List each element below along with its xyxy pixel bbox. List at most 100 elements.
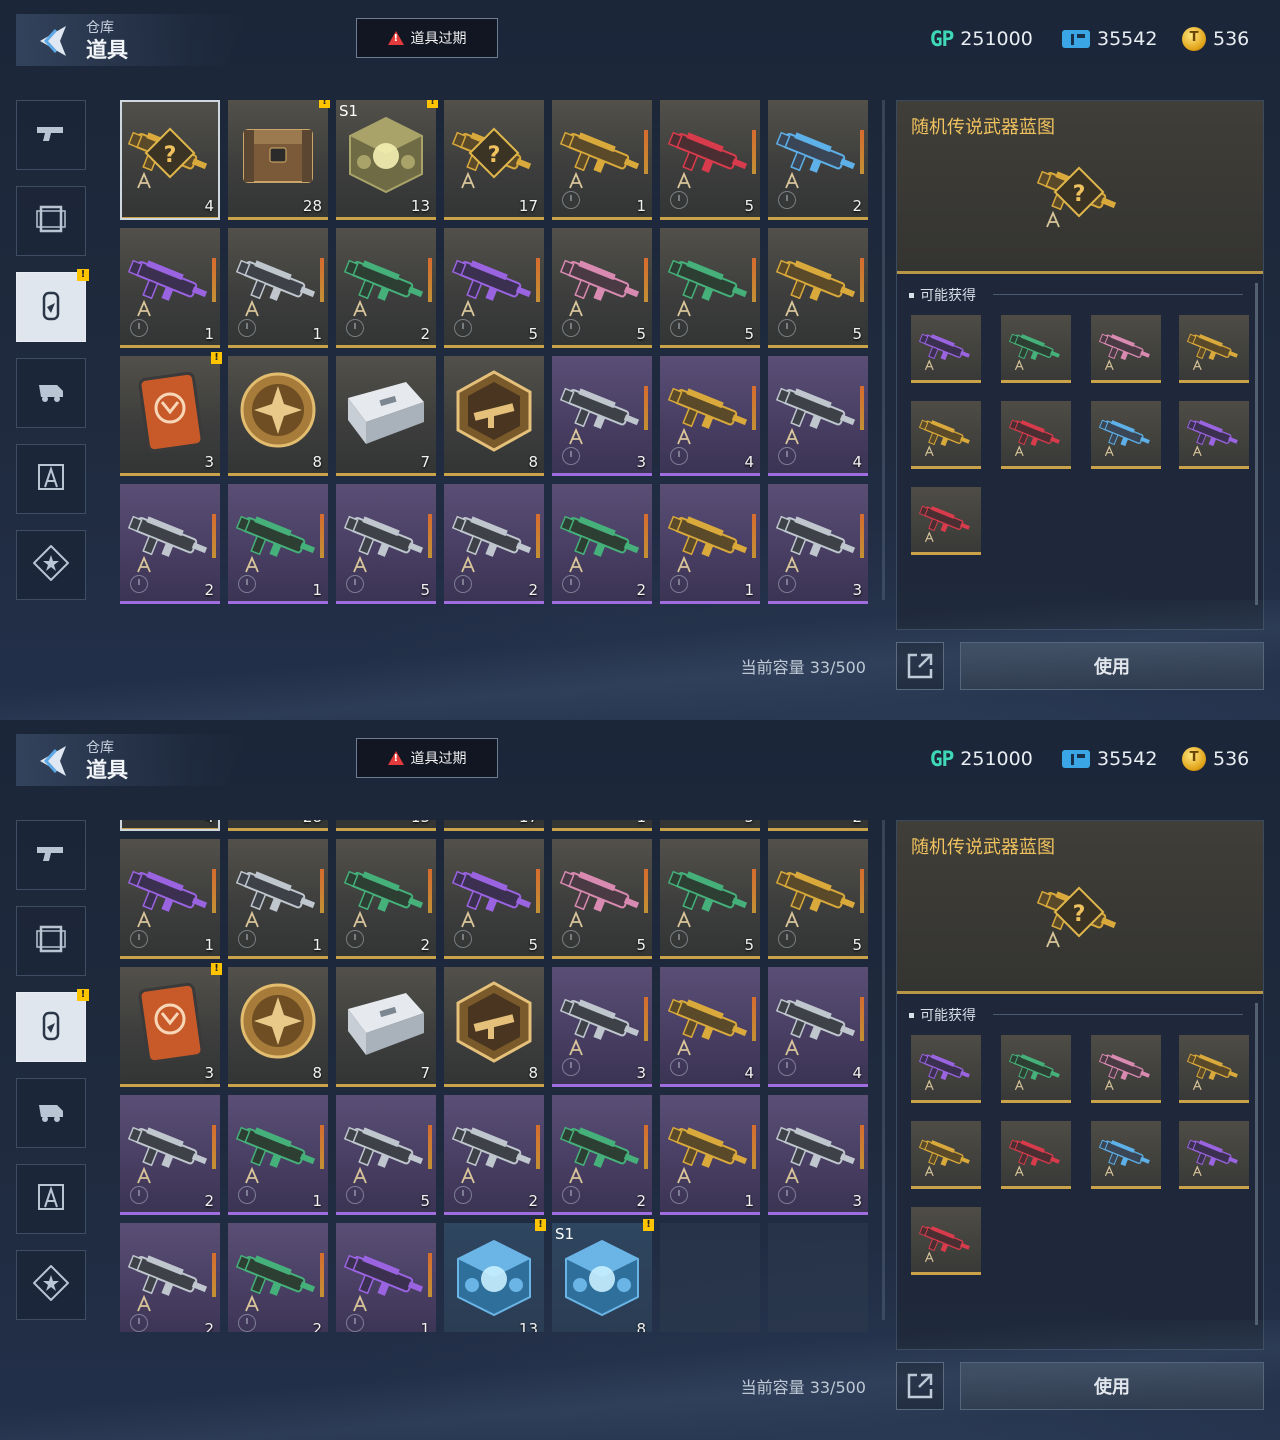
item-slot[interactable]: 2 <box>120 1223 220 1332</box>
item-slot[interactable]: 8 <box>228 967 328 1087</box>
reward-item[interactable] <box>1091 401 1161 469</box>
item-slot[interactable]: 2 <box>228 1223 328 1332</box>
expand-button[interactable] <box>896 1362 944 1410</box>
sidenav-vehicles[interactable] <box>16 1078 86 1148</box>
item-slot[interactable]: 5 <box>768 839 868 959</box>
sidenav-outfit[interactable] <box>16 906 86 976</box>
item-grid-viewport[interactable]: ? 4! 28 S1! 13? 17 1 5 2 1 1 2 5 5 5 5! 3 8 7 8 3 4 4 2 1 5 2 2 1 3 <box>120 100 875 612</box>
reward-item[interactable] <box>1179 315 1249 383</box>
grid-scrollbar[interactable] <box>882 820 885 1320</box>
item-slot[interactable]: 1 <box>228 228 328 348</box>
item-slot[interactable]: 4 <box>660 967 760 1087</box>
item-slot[interactable]: 5 <box>660 839 760 959</box>
item-slot[interactable]: 3 <box>552 967 652 1087</box>
item-slot[interactable]: 1 <box>120 228 220 348</box>
sidenav-weapons[interactable] <box>16 820 86 890</box>
item-expired-button[interactable]: 道具过期 <box>356 18 498 58</box>
item-slot[interactable]: 2 <box>552 1095 652 1215</box>
sidenav-weapons[interactable] <box>16 100 86 170</box>
item-slot[interactable]: ?4 <box>120 820 220 831</box>
item-slot[interactable]: 1 <box>228 1095 328 1215</box>
item-slot[interactable]: ?17 <box>444 100 544 220</box>
sidenav-badges[interactable] <box>16 530 86 600</box>
item-slot[interactable]: 3 <box>552 356 652 476</box>
item-slot[interactable]: 5 <box>444 839 544 959</box>
item-slot[interactable]: 13 <box>336 820 436 831</box>
item-slot[interactable]: S1! 13 <box>336 100 438 220</box>
item-slot[interactable]: 5 <box>444 228 544 348</box>
item-slot[interactable]: 1 <box>336 1223 436 1332</box>
item-slot[interactable]: 1 <box>120 839 220 959</box>
reward-item[interactable] <box>911 487 981 555</box>
sidenav-blueprints[interactable] <box>16 444 86 514</box>
item-slot[interactable]: 7 <box>336 356 436 476</box>
back-button[interactable]: 仓库 道具 <box>16 14 251 66</box>
item-slot[interactable]: 5 <box>660 100 760 220</box>
reward-item[interactable] <box>1091 1121 1161 1189</box>
item-slot[interactable]: 5 <box>552 839 652 959</box>
item-slot[interactable]: 5 <box>336 484 436 604</box>
item-slot[interactable]: 1 <box>228 839 328 959</box>
reward-item[interactable] <box>1179 401 1249 469</box>
item-slot[interactable]: 8 <box>444 967 544 1087</box>
item-slot[interactable]: 5 <box>660 228 760 348</box>
item-slot[interactable]: 1 <box>660 484 760 604</box>
item-slot[interactable]: 5 <box>336 1095 436 1215</box>
back-button[interactable]: 仓库 道具 <box>16 734 251 786</box>
item-slot[interactable]: 5 <box>552 228 652 348</box>
item-slot[interactable]: 5 <box>768 228 868 348</box>
reward-item[interactable] <box>1001 315 1071 383</box>
sidenav-blueprints[interactable] <box>16 1164 86 1234</box>
item-slot[interactable]: 8 <box>444 356 544 476</box>
sidenav-items[interactable]: ! <box>16 989 89 1062</box>
detail-scrollbar[interactable] <box>1255 283 1258 605</box>
sidenav-badges[interactable] <box>16 1250 86 1320</box>
item-slot[interactable]: 4 <box>660 356 760 476</box>
item-slot[interactable]: 28 <box>228 820 328 831</box>
item-slot[interactable]: ?17 <box>444 820 544 831</box>
item-slot[interactable]: 2 <box>444 1095 544 1215</box>
reward-item[interactable] <box>911 1207 981 1275</box>
reward-item[interactable] <box>911 1121 981 1189</box>
reward-item[interactable] <box>1001 1121 1071 1189</box>
reward-item[interactable] <box>1179 1121 1249 1189</box>
item-slot[interactable]: 8 <box>228 356 328 476</box>
item-slot[interactable]: 1 <box>660 1095 760 1215</box>
sidenav-outfit[interactable] <box>16 186 86 256</box>
item-slot[interactable]: 7 <box>336 967 436 1087</box>
item-slot[interactable]: ?4 <box>120 100 220 220</box>
item-slot[interactable]: 2 <box>768 820 868 831</box>
item-grid-viewport[interactable]: ?42813?171521125555!38783442152213221!13… <box>120 820 875 1332</box>
item-slot[interactable]: 5 <box>660 820 760 831</box>
item-slot[interactable]: 3 <box>768 484 868 604</box>
reward-item[interactable] <box>1001 401 1071 469</box>
expand-button[interactable] <box>896 642 944 690</box>
item-slot[interactable]: 4 <box>768 967 868 1087</box>
item-slot[interactable]: 2 <box>444 484 544 604</box>
reward-item[interactable] <box>911 401 981 469</box>
use-button[interactable]: 使用 <box>960 642 1264 690</box>
item-slot[interactable]: 2 <box>120 1095 220 1215</box>
reward-item[interactable] <box>1001 1035 1071 1103</box>
item-slot[interactable]: ! 28 <box>228 100 330 220</box>
item-slot[interactable]: 2 <box>768 100 868 220</box>
item-slot[interactable]: 2 <box>552 484 652 604</box>
item-slot[interactable]: 2 <box>336 839 436 959</box>
item-slot[interactable]: ! 3 <box>120 352 222 476</box>
item-slot[interactable]: ! 13 <box>444 1219 546 1332</box>
item-slot[interactable]: ! 3 <box>120 963 222 1087</box>
item-slot[interactable]: S1! 8 <box>552 1219 654 1332</box>
item-slot[interactable]: 1 <box>228 484 328 604</box>
item-slot[interactable]: 1 <box>552 820 652 831</box>
reward-item[interactable] <box>1091 1035 1161 1103</box>
grid-scrollbar[interactable] <box>882 100 885 600</box>
reward-item[interactable] <box>911 1035 981 1103</box>
item-slot[interactable]: 2 <box>120 484 220 604</box>
reward-item[interactable] <box>1179 1035 1249 1103</box>
reward-item[interactable] <box>911 315 981 383</box>
item-slot[interactable]: 2 <box>336 228 436 348</box>
sidenav-items[interactable]: ! <box>16 269 89 342</box>
sidenav-vehicles[interactable] <box>16 358 86 428</box>
detail-scrollbar[interactable] <box>1255 1003 1258 1325</box>
item-slot[interactable]: 4 <box>768 356 868 476</box>
